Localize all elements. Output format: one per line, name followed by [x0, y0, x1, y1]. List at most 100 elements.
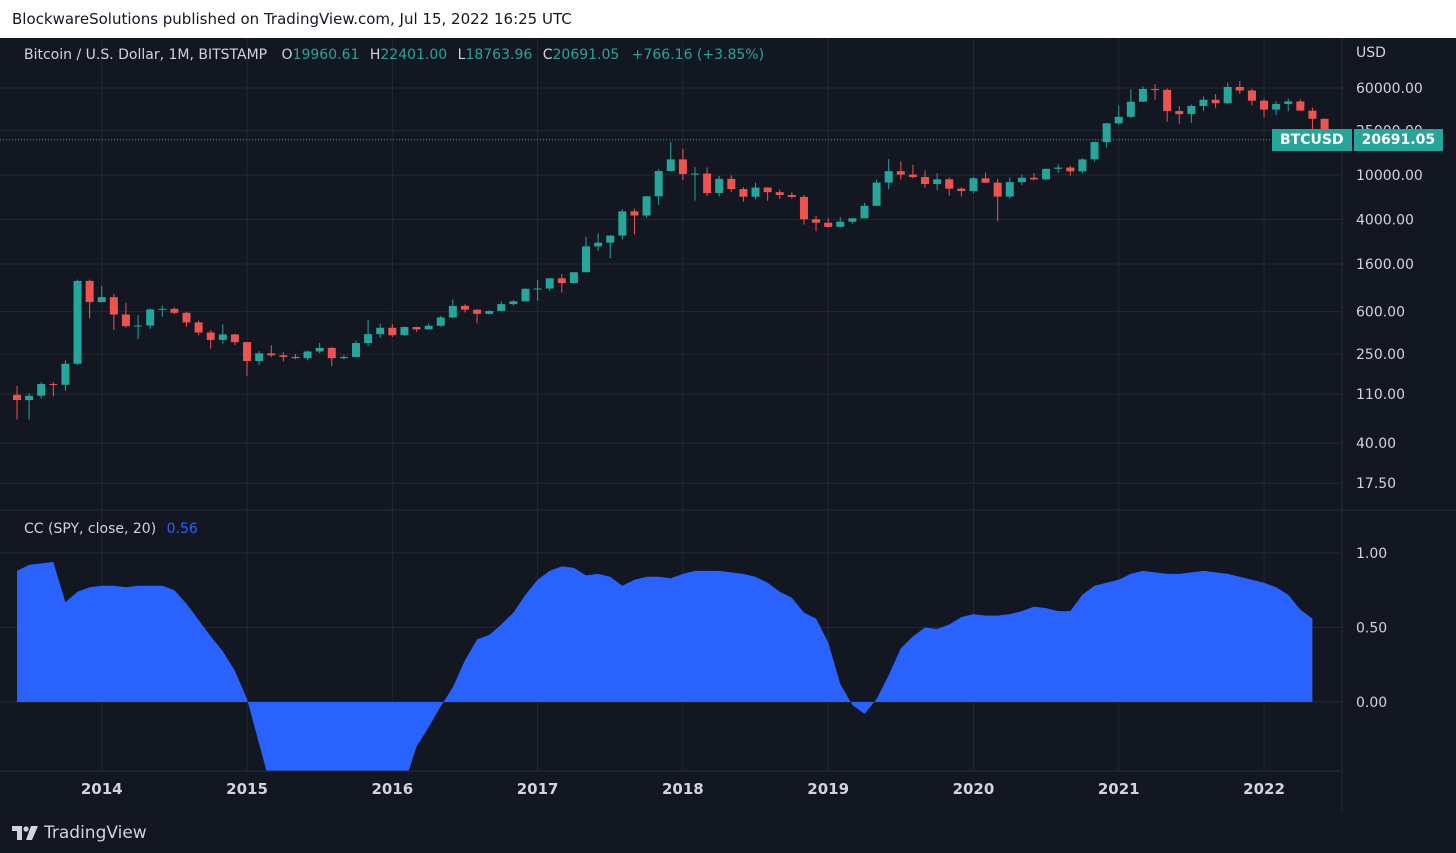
- candle: [218, 324, 227, 344]
- badge-symbol: BTCUSD: [1272, 129, 1352, 151]
- candle-body: [1126, 101, 1135, 117]
- candle: [327, 346, 336, 367]
- candle-body: [1247, 90, 1256, 101]
- candle-body: [351, 343, 360, 357]
- candle-body: [787, 194, 796, 197]
- tradingview-logo[interactable]: TradingView: [12, 823, 147, 843]
- candle: [400, 326, 409, 336]
- area-layer: [17, 561, 1313, 771]
- candle: [279, 352, 288, 362]
- candle: [921, 170, 930, 188]
- close-value: 20691.05: [552, 47, 620, 63]
- candle-body: [303, 351, 312, 359]
- candle-body: [1017, 177, 1026, 183]
- candle-body: [1138, 88, 1147, 102]
- candle-body: [1078, 159, 1087, 172]
- candle: [97, 285, 106, 303]
- candle: [981, 172, 990, 184]
- tradingview-icon: [12, 825, 38, 840]
- candle-body: [400, 326, 409, 336]
- candle: [1175, 106, 1184, 124]
- candle: [364, 319, 373, 347]
- candle: [37, 382, 46, 399]
- candle-body: [896, 171, 905, 175]
- candle: [206, 330, 215, 349]
- time-tick-label: 2021: [1098, 780, 1140, 798]
- candle-body: [690, 173, 699, 175]
- candle-body: [678, 159, 687, 175]
- candle-body: [1066, 167, 1075, 172]
- candle: [376, 323, 385, 338]
- candle-body: [618, 211, 627, 236]
- candle: [703, 167, 712, 196]
- time-tick-label: 2017: [517, 780, 559, 798]
- candle: [1114, 105, 1123, 125]
- candle-body: [945, 179, 954, 189]
- indicator-legend: CC (SPY, close, 20) 0.56: [24, 521, 198, 537]
- candle-body: [13, 394, 21, 401]
- candle: [872, 179, 881, 206]
- candle: [291, 354, 300, 360]
- candle-body: [170, 308, 179, 313]
- candle: [1308, 107, 1317, 130]
- candle-body: [146, 309, 155, 326]
- candle: [1054, 164, 1063, 173]
- candle-body: [1223, 86, 1232, 104]
- candle-body: [473, 309, 482, 314]
- candle: [121, 302, 130, 328]
- candle: [1296, 99, 1305, 111]
- chart-canvas[interactable]: 60000.0025000.0010000.004000.001600.0060…: [0, 38, 1456, 812]
- candle-body: [606, 235, 615, 243]
- candle-body: [339, 356, 348, 359]
- candle-body: [642, 196, 651, 216]
- candle-body: [1163, 89, 1172, 112]
- candle-body: [824, 222, 833, 227]
- candle-body: [255, 353, 264, 361]
- time-tick-label: 2016: [371, 780, 413, 798]
- time-tick-label: 2022: [1243, 780, 1285, 798]
- candle-body: [836, 221, 845, 227]
- candle: [763, 187, 772, 201]
- candle-body: [775, 192, 784, 195]
- currency-label: USD: [1356, 45, 1386, 61]
- candle-body: [545, 278, 554, 289]
- candle-body: [267, 353, 276, 356]
- candle: [557, 274, 566, 293]
- candle: [642, 196, 651, 218]
- candle-body: [1260, 100, 1269, 110]
- candle-body: [194, 322, 203, 333]
- change-value: +766.16 (+3.85%): [631, 47, 765, 63]
- time-tick-label: 2015: [226, 780, 268, 798]
- candle-body: [957, 188, 966, 192]
- candle-body: [1272, 103, 1281, 110]
- candle: [388, 323, 397, 338]
- footer: TradingView: [0, 812, 1456, 853]
- close-label: C: [542, 47, 553, 63]
- candle-body: [1090, 142, 1099, 160]
- candle: [993, 179, 1002, 222]
- high-label: H: [369, 47, 381, 63]
- candle: [448, 299, 457, 319]
- candle-body: [1199, 99, 1208, 106]
- candle-body: [1296, 101, 1305, 111]
- candle: [908, 164, 917, 179]
- time-tick-label: 2020: [953, 780, 995, 798]
- candle: [1017, 174, 1026, 186]
- candle-body: [412, 326, 421, 330]
- candle-body: [884, 171, 893, 183]
- candle-body: [109, 297, 118, 315]
- candle: [509, 300, 518, 306]
- candle: [255, 351, 264, 365]
- candle-body: [969, 178, 978, 192]
- candle-body: [448, 305, 457, 318]
- candle-body: [715, 178, 724, 194]
- candle: [73, 279, 82, 365]
- candle-body: [424, 325, 433, 330]
- candle-body: [727, 178, 736, 190]
- candle: [618, 209, 627, 240]
- candle: [848, 218, 857, 224]
- candle: [1260, 98, 1269, 118]
- candle-body: [134, 325, 143, 327]
- candle-body: [1211, 99, 1220, 104]
- last-price-badge: BTCUSD 20691.05: [1272, 129, 1444, 151]
